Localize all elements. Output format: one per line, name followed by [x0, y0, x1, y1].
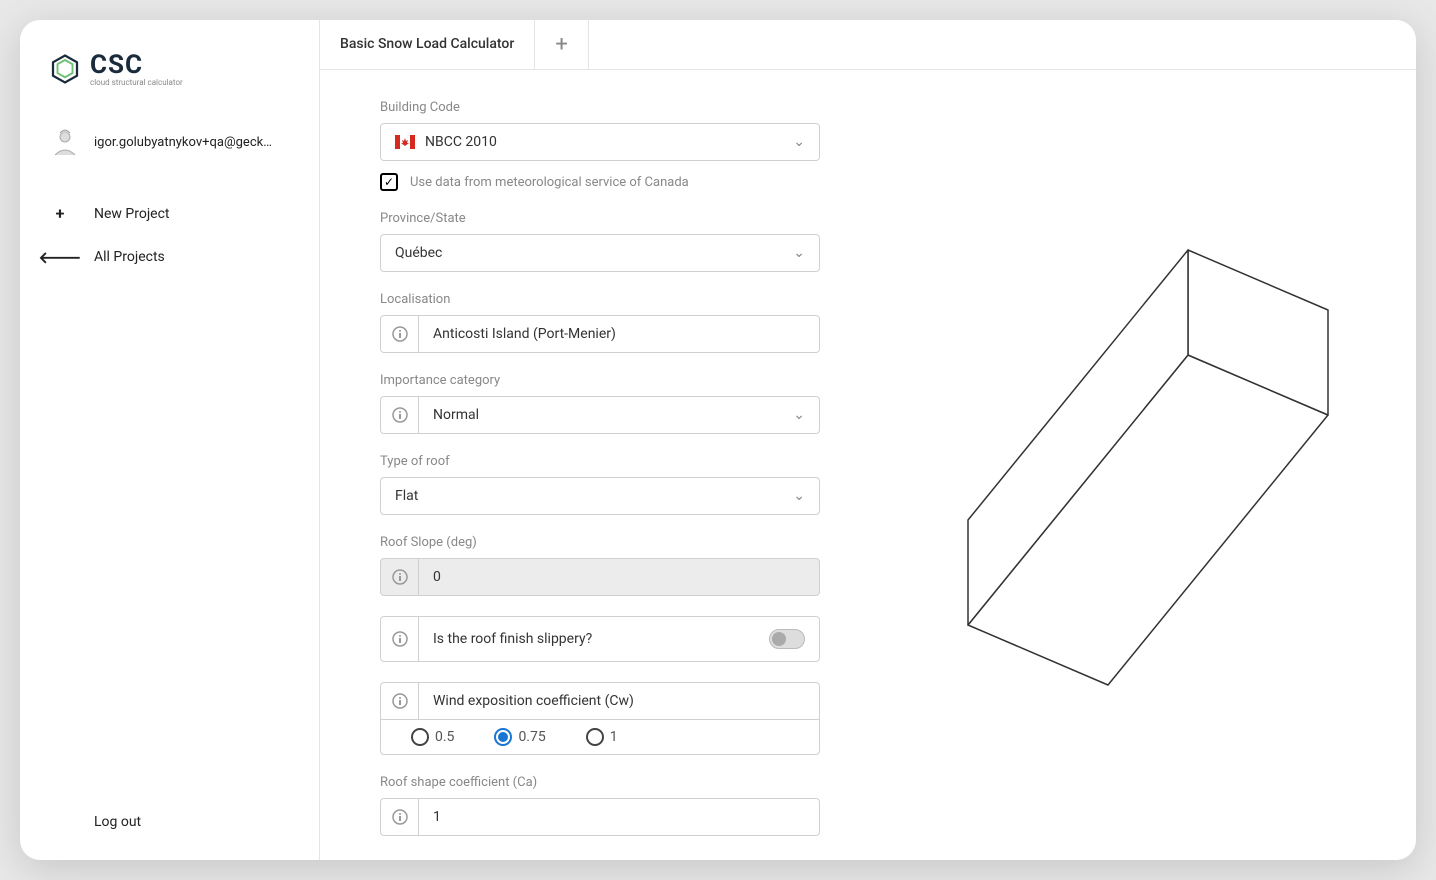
building-code-value: NBCC 2010 — [425, 134, 497, 150]
wind-coeff-option-0-5[interactable]: 0.5 — [411, 728, 454, 746]
radio-label: 0.5 — [435, 729, 454, 745]
user-email: igor.golubyatnykov+qa@geck… — [94, 135, 272, 150]
chevron-down-icon: ⌄ — [793, 407, 805, 423]
nav-label: New Project — [94, 206, 170, 222]
sidebar: CSC cloud structural calculator igor.gol… — [20, 20, 320, 860]
info-icon[interactable] — [381, 316, 419, 352]
roof-shape-coeff-label: Roof shape coefficient (Ca) — [380, 775, 820, 790]
tab-add-button[interactable]: + — [535, 20, 588, 69]
localisation-value: Anticosti Island (Port-Menier) — [419, 316, 819, 352]
radio-label: 1 — [610, 729, 618, 745]
tab-bar: Basic Snow Load Calculator + — [320, 20, 1416, 70]
plus-icon: + — [50, 204, 70, 223]
info-icon[interactable] — [381, 397, 419, 433]
roof-type-label: Type of roof — [380, 454, 820, 469]
wind-coeff-label: Wind exposition coefficient (Cw) — [419, 683, 819, 719]
importance-select[interactable]: Normal ⌄ — [380, 396, 820, 434]
logo: CSC cloud structural calculator — [50, 50, 299, 87]
radio-label: 0.75 — [518, 729, 545, 745]
importance-value: Normal — [433, 407, 479, 423]
info-icon[interactable] — [381, 617, 419, 661]
meteo-checkbox[interactable]: ✓ — [380, 173, 398, 191]
meteo-checkbox-label: Use data from meteorological service of … — [410, 175, 689, 190]
wind-coeff-group: Wind exposition coefficient (Cw) 0.5 0.7… — [380, 682, 820, 755]
avatar — [50, 127, 80, 157]
logo-text: CSC — [90, 50, 183, 80]
logout-button[interactable]: Log out — [50, 814, 299, 830]
roof-shape-coeff-input[interactable]: 1 — [380, 798, 820, 836]
info-icon[interactable] — [381, 559, 419, 595]
localisation-label: Localisation — [380, 292, 820, 307]
arrow-left-icon: 🡐 — [50, 247, 70, 267]
chevron-down-icon: ⌄ — [793, 134, 805, 150]
slippery-toggle[interactable] — [769, 629, 805, 649]
building-3d-preview — [928, 215, 1368, 715]
plus-icon: + — [555, 32, 567, 57]
building-code-label: Building Code — [380, 100, 820, 115]
chevron-down-icon: ⌄ — [793, 245, 805, 261]
nav-all-projects[interactable]: 🡐 All Projects — [50, 235, 299, 279]
province-label: Province/State — [380, 211, 820, 226]
province-select[interactable]: Québec ⌄ — [380, 234, 820, 272]
wind-coeff-option-0-75[interactable]: 0.75 — [494, 728, 545, 746]
slippery-toggle-group: Is the roof finish slippery? — [380, 616, 820, 662]
chevron-down-icon: ⌄ — [793, 488, 805, 504]
roof-slope-input: 0 — [380, 558, 820, 596]
roof-shape-coeff-value: 1 — [419, 799, 819, 835]
user-profile[interactable]: igor.golubyatnykov+qa@geck… — [50, 127, 299, 157]
app-window: CSC cloud structural calculator igor.gol… — [20, 20, 1416, 860]
roof-type-select[interactable]: Flat ⌄ — [380, 477, 820, 515]
tab-active[interactable]: Basic Snow Load Calculator — [320, 20, 535, 69]
info-icon[interactable] — [381, 799, 419, 835]
wind-coeff-option-1[interactable]: 1 — [586, 728, 618, 746]
localisation-input[interactable]: Anticosti Island (Port-Menier) — [380, 315, 820, 353]
main-area: Basic Snow Load Calculator + Building Co… — [320, 20, 1416, 860]
nav-new-project[interactable]: + New Project — [50, 192, 299, 235]
preview-panel — [880, 70, 1416, 860]
content: Building Code NBCC 2010 ⌄ — [320, 70, 1416, 860]
province-value: Québec — [395, 245, 442, 261]
logo-icon — [50, 54, 80, 84]
roof-slope-label: Roof Slope (deg) — [380, 535, 820, 550]
roof-type-value: Flat — [395, 488, 418, 504]
nav-label: All Projects — [94, 249, 165, 265]
slippery-label: Is the roof finish slippery? — [433, 631, 592, 647]
logo-subtitle: cloud structural calculator — [90, 78, 183, 87]
info-icon[interactable] — [381, 683, 419, 719]
canada-flag-icon — [395, 135, 415, 149]
importance-label: Importance category — [380, 373, 820, 388]
building-code-select[interactable]: NBCC 2010 ⌄ — [380, 123, 820, 161]
form-panel: Building Code NBCC 2010 ⌄ — [320, 70, 880, 860]
roof-slope-value: 0 — [419, 559, 819, 595]
